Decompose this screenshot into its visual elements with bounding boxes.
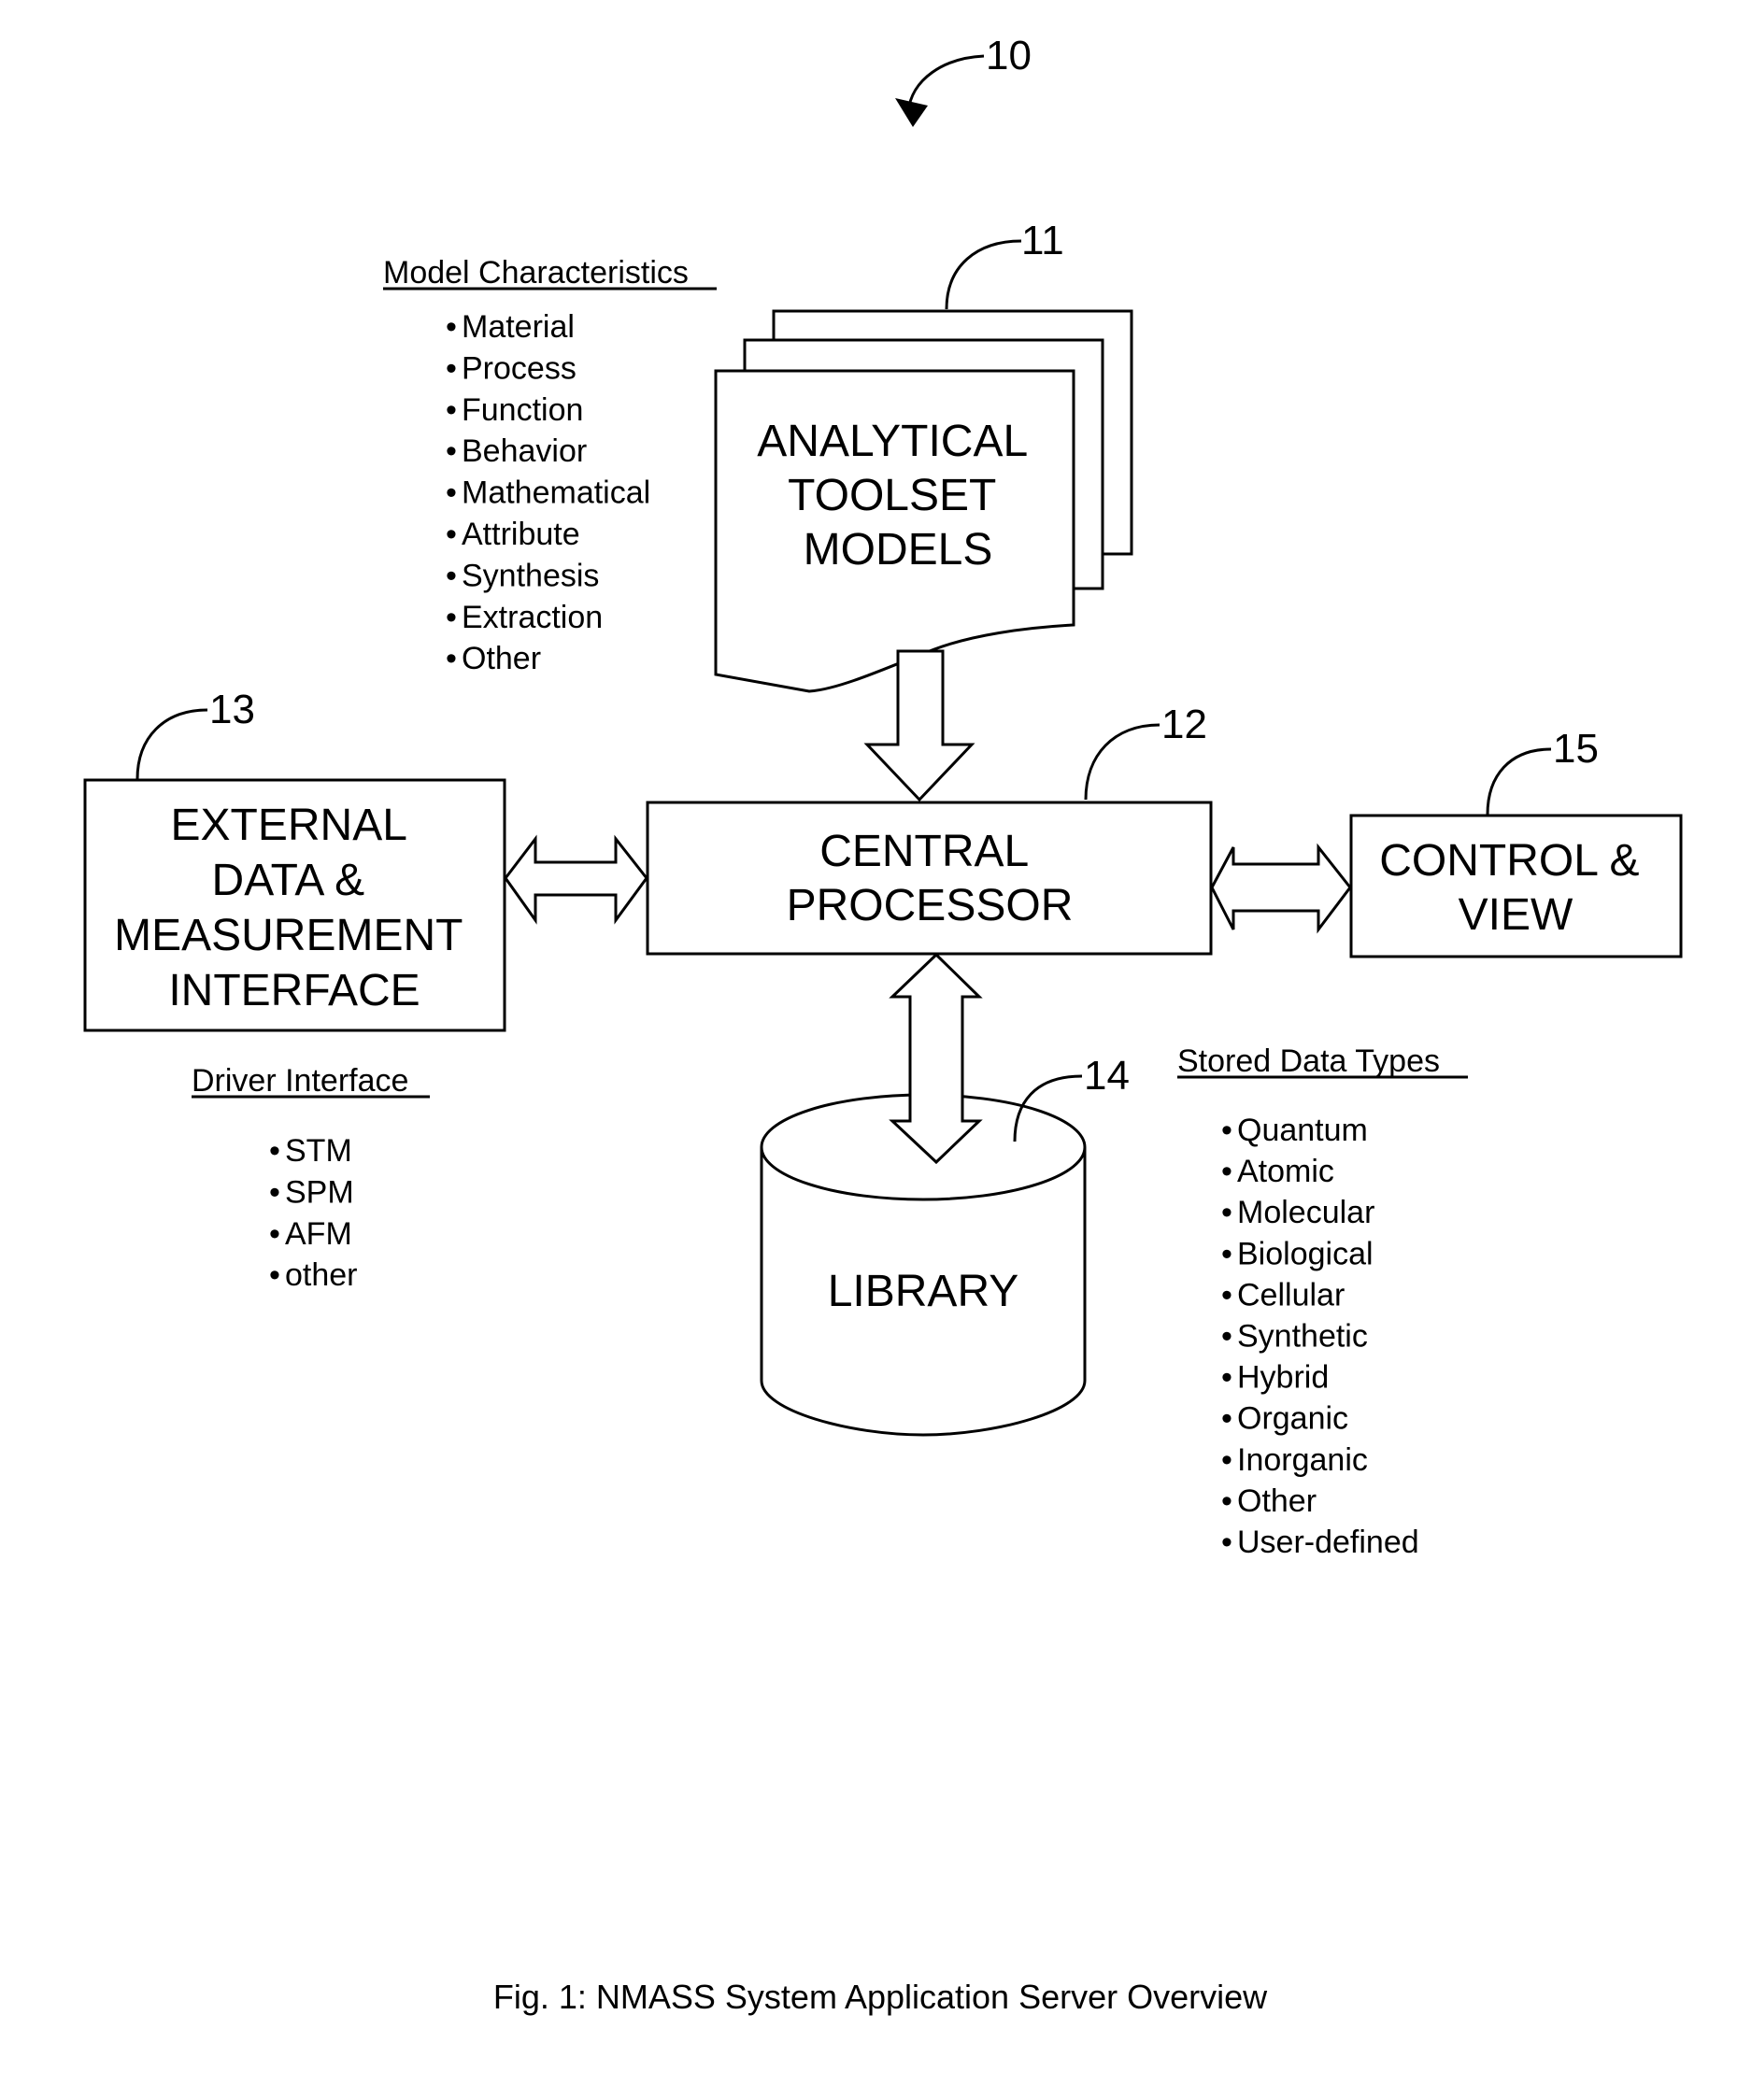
figure-caption: Fig. 1: NMASS System Application Server … (493, 1978, 1268, 2016)
arrow-models-to-processor (863, 649, 975, 802)
driver-interface-bullet-icon: • (269, 1257, 280, 1293)
arrow-external-processor (504, 834, 648, 925)
stored-data-type-bullet-icon: • (1221, 1360, 1232, 1396)
model-characteristic-item: Function (462, 392, 583, 428)
library: 14 LIBRARY (760, 952, 1130, 1437)
stored-data-types-list: Stored Data Types • Quantum• Atomic• Molecu… (1177, 1043, 1468, 1560)
leader-line-13 (135, 708, 208, 780)
model-characteristic-bullet-icon: • (446, 475, 457, 511)
model-characteristic-bullet-icon: • (446, 641, 457, 676)
reference-15: 15 (1553, 726, 1599, 772)
analytical-toolset-line-1: ANALYTICAL (757, 417, 1027, 466)
external-interface-line-2: DATA & (212, 856, 365, 905)
stored-data-type-item: Hybrid (1237, 1360, 1329, 1396)
driver-interface-bullet-icon: • (269, 1216, 280, 1252)
driver-interface-item: AFM (285, 1216, 352, 1252)
model-characteristic-bullet-icon: • (446, 309, 457, 345)
model-characteristic-bullet-icon: • (446, 517, 457, 552)
stored-data-type-item: Inorganic (1237, 1442, 1368, 1478)
reference-11: 11 (1021, 218, 1064, 263)
external-interface-line-3: MEASUREMENT (114, 911, 463, 960)
model-characteristic-item: Attribute (462, 517, 580, 552)
driver-interface-item: other (285, 1257, 358, 1293)
central-processor-line-1: CENTRAL (819, 827, 1028, 876)
analytical-toolset-models: 11 ANALYTICAL TOOLSET MODELS (714, 218, 1133, 693)
driver-interface-item: SPM (285, 1174, 354, 1210)
analytical-toolset-line-2: TOOLSET (788, 471, 996, 520)
model-characteristic-item: Mathematical (462, 475, 650, 511)
stored-data-type-bullet-icon: • (1221, 1319, 1232, 1355)
stored-data-type-item: Cellular (1237, 1277, 1345, 1312)
leader-line-15 (1486, 747, 1552, 816)
model-characteristic-item: Process (462, 350, 577, 386)
model-characteristic-bullet-icon: • (446, 600, 457, 635)
external-interface-line-4: INTERFACE (168, 966, 420, 1015)
model-characteristics-list: Model Characteristics • Material• Process•… (383, 255, 717, 676)
stored-data-type-item: Quantum (1237, 1113, 1368, 1148)
figure-reference-arrowhead-icon (895, 98, 928, 127)
stored-data-type-bullet-icon: • (1221, 1401, 1232, 1437)
driver-interface-title: Driver Interface (192, 1063, 408, 1099)
stored-data-type-bullet-icon: • (1221, 1483, 1232, 1519)
figure-reference: 10 (895, 33, 1032, 127)
leader-line-11 (945, 239, 1022, 310)
model-characteristic-bullet-icon: • (446, 433, 457, 469)
model-characteristics-title: Model Characteristics (383, 255, 689, 291)
external-data-interface: 13 EXTERNAL DATA & MEASUREMENT INTERFACE (83, 687, 506, 1032)
stored-data-type-item: Biological (1237, 1236, 1374, 1271)
stored-data-type-bullet-icon: • (1221, 1195, 1232, 1230)
analytical-toolset-line-3: MODELS (804, 525, 993, 575)
stored-data-type-bullet-icon: • (1221, 1442, 1232, 1478)
driver-interface-list: Driver Interface • STM• SPM• AFM• other (192, 1063, 430, 1293)
model-characteristic-item: Extraction (462, 600, 603, 635)
stored-data-type-bullet-icon: • (1221, 1277, 1232, 1312)
model-characteristic-bullet-icon: • (446, 350, 457, 386)
stored-data-type-item: Synthetic (1237, 1319, 1368, 1355)
stored-data-type-bullet-icon: • (1221, 1236, 1232, 1271)
stored-data-type-item: Molecular (1237, 1195, 1374, 1230)
reference-14: 14 (1084, 1053, 1130, 1099)
stored-data-types-title: Stored Data Types (1177, 1043, 1440, 1079)
library-label: LIBRARY (828, 1267, 1019, 1316)
reference-13: 13 (209, 687, 255, 732)
stored-data-type-item: Organic (1237, 1401, 1348, 1437)
leader-line-12 (1084, 723, 1160, 801)
arrow-processor-control (1210, 843, 1352, 934)
central-processor-line-2: PROCESSOR (787, 881, 1074, 930)
stored-data-type-item: User-defined (1237, 1525, 1419, 1560)
stored-data-type-bullet-icon: • (1221, 1525, 1232, 1560)
stored-data-type-bullet-icon: • (1221, 1154, 1232, 1189)
stored-data-type-item: Atomic (1237, 1154, 1334, 1189)
figure-reference-number: 10 (986, 33, 1032, 78)
control-view-line-2: VIEW (1459, 890, 1573, 940)
driver-interface-item: STM (285, 1133, 352, 1169)
driver-interface-bullet-icon: • (269, 1133, 280, 1169)
stored-data-type-item: Other (1237, 1483, 1317, 1519)
stored-data-type-bullet-icon: • (1221, 1113, 1232, 1148)
model-characteristic-item: Material (462, 309, 575, 345)
arrow-processor-library (889, 952, 983, 1165)
reference-12: 12 (1161, 702, 1207, 747)
driver-interface-bullet-icon: • (269, 1174, 280, 1210)
control-view-line-1: CONTROL & (1379, 836, 1639, 886)
model-characteristic-item: Other (462, 641, 541, 676)
system-overview-diagram: 10 Model Characteristics • Material• Proce… (83, 33, 1683, 2016)
external-interface-line-1: EXTERNAL (171, 801, 407, 850)
central-processor-box (646, 801, 1213, 956)
model-characteristic-item: Behavior (462, 433, 587, 469)
model-characteristic-bullet-icon: • (446, 392, 457, 428)
control-and-view: 15 CONTROL & VIEW (1349, 726, 1683, 958)
model-characteristic-item: Synthesis (462, 558, 599, 593)
model-characteristic-bullet-icon: • (446, 558, 457, 593)
